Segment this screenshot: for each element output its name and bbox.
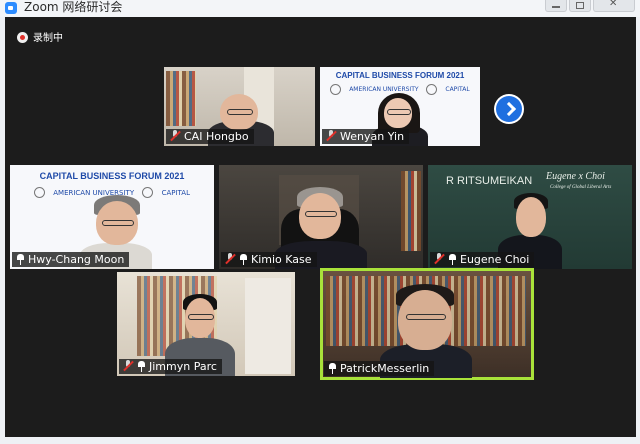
recording-label: 录制中 — [33, 33, 63, 44]
banner-title: CAPITAL BUSINESS FORUM 2021 — [39, 171, 185, 181]
video-tile-kimio-kase[interactable]: Kimio Kase — [219, 165, 423, 269]
participant-name: Kimio Kase — [251, 253, 312, 266]
next-page-arrow-icon[interactable] — [494, 94, 524, 124]
video-tile-patrick-messerlin[interactable]: PatrickMesserlin — [320, 268, 534, 380]
pin-icon — [328, 363, 337, 374]
mic-muted-icon — [123, 360, 133, 372]
minimize-button[interactable] — [545, 0, 567, 12]
pin-icon — [448, 254, 457, 265]
window-title: Zoom 网络研讨会 — [24, 0, 123, 14]
banner-title: CAPITAL BUSINESS FORUM 2021 — [335, 71, 465, 80]
video-tile-cai-hongbo[interactable]: CAI Hongbo — [164, 67, 315, 146]
title-bar: Zoom 网络研讨会 — [0, 0, 640, 17]
participant-name: Jimmyn Parc — [149, 360, 217, 373]
participant-name: Hwy-Chang Moon — [28, 253, 125, 266]
background-signature: Eugene x Choi — [546, 171, 605, 182]
participant-name: Wenyan Yin — [340, 130, 405, 143]
gallery-view: 录制中 CAI Hongbo CAPITAL BUSINESS FORUM 20… — [5, 17, 636, 437]
record-icon — [17, 32, 28, 43]
video-tile-hwy-chang-moon[interactable]: CAPITAL BUSINESS FORUM 2021 AMERICAN UNI… — [10, 165, 214, 269]
mic-muted-icon — [326, 130, 336, 142]
background-signature-sub: College of Global Liberal Arts — [550, 185, 612, 190]
mic-muted-icon — [225, 253, 235, 265]
video-tile-eugene-choi[interactable]: R RITSUMEIKAN Eugene x Choi College of G… — [428, 165, 632, 269]
pin-icon — [137, 361, 146, 372]
logo-text: CAPITAL — [445, 86, 470, 93]
participant-name: CAI Hongbo — [184, 130, 249, 143]
zoom-app-icon — [5, 2, 17, 14]
ritsumeikan-logo: R RITSUMEIKAN — [446, 175, 533, 187]
participant-name: PatrickMesserlin — [340, 362, 430, 375]
video-tile-jimmyn-parc[interactable]: Jimmyn Parc — [117, 272, 295, 376]
participant-name: Eugene Choi — [460, 253, 530, 266]
logo-text: CAPITAL — [161, 188, 190, 197]
recording-indicator[interactable]: 录制中 — [17, 29, 63, 44]
close-button[interactable] — [593, 0, 635, 12]
video-tile-wenyan-yin[interactable]: CAPITAL BUSINESS FORUM 2021 AMERICAN UNI… — [320, 67, 480, 146]
pin-icon — [16, 254, 25, 265]
mic-muted-icon — [434, 253, 444, 265]
logo-text: AMERICAN UNIVERSITY — [349, 86, 419, 93]
maximize-button[interactable] — [569, 0, 591, 12]
mic-muted-icon — [170, 130, 180, 142]
pin-icon — [239, 254, 248, 265]
